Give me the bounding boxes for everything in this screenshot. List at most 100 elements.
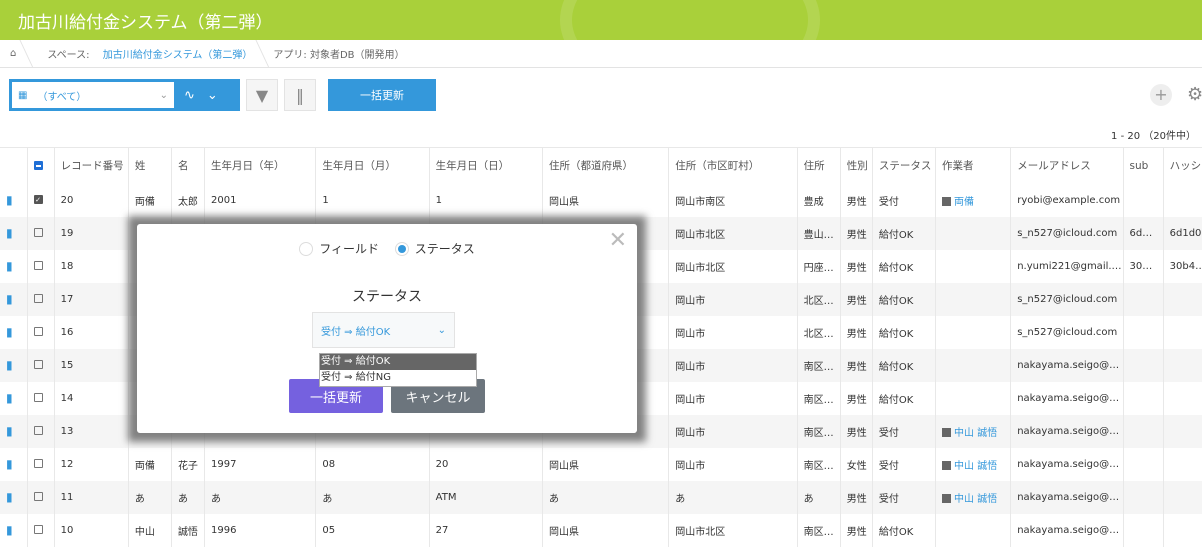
space-link[interactable]: 加古川給付金システム（第二弾） (103, 50, 253, 61)
pagination-info: 1 - 20 （20件中） (1111, 131, 1196, 142)
column-header[interactable]: ハッシュ (1163, 147, 1202, 184)
radio-field-label: フィールド (319, 242, 379, 256)
row-checkbox[interactable] (27, 480, 55, 514)
row-checkbox[interactable]: ✓ (27, 183, 55, 217)
record-detail-icon[interactable]: ▮ (0, 381, 28, 415)
radio-status[interactable]: ステータス (394, 240, 475, 257)
chevron-down-icon: ⌄ (159, 89, 168, 101)
table-cell: 南区… (797, 513, 841, 547)
radio-field[interactable]: フィールド (299, 240, 379, 257)
column-header[interactable]: 住所（都道府県） (542, 147, 670, 184)
table-cell: あ (542, 480, 670, 514)
table-cell (1123, 183, 1164, 217)
app-title: 加古川給付金システム（第二弾） (18, 13, 273, 33)
column-header[interactable]: メールアドレス (1010, 147, 1124, 184)
view-selector[interactable]: ▦ （すべて） ⌄ ∿ ⌄ (9, 79, 240, 111)
row-checkbox[interactable] (27, 249, 55, 283)
column-header[interactable]: 姓 (128, 147, 172, 184)
chart-button[interactable]: ‖ (284, 79, 316, 111)
table-cell (935, 249, 1012, 283)
table-cell: s_n527@icloud.com (1010, 216, 1124, 250)
table-cell: 1 (429, 183, 543, 217)
table-cell: 給付OK (872, 216, 937, 250)
user-icon (942, 461, 952, 470)
table-cell: 両備 (128, 447, 172, 481)
status-select[interactable]: 受付 ⇒ 給付OK ⌄ (312, 312, 455, 348)
table-cell: 豊成 (797, 183, 841, 217)
home-icon[interactable]: ⌂ (0, 48, 26, 59)
table-cell: 6d… (1123, 216, 1164, 250)
table-cell: あ (204, 480, 317, 514)
table-cell: 花子 (171, 447, 206, 481)
app-header: 加古川給付金システム（第二弾） (0, 0, 1202, 40)
bulk-update-button[interactable]: 一括更新 (328, 79, 436, 111)
table-cell: nakayama.seigo@… (1010, 480, 1124, 514)
select-all-checkbox[interactable] (27, 147, 55, 184)
record-detail-icon[interactable]: ▮ (0, 249, 28, 283)
cell-worker[interactable]: 中山 誠悟 (935, 480, 1012, 514)
row-checkbox[interactable] (27, 447, 55, 481)
filter-button[interactable]: ▼ (246, 79, 278, 111)
table-cell: 岡山市 (668, 414, 798, 448)
column-header[interactable]: レコード番号 (54, 147, 129, 184)
gear-icon[interactable]: ⚙ (1187, 84, 1202, 105)
cell-worker[interactable]: 中山 誠悟 (935, 447, 1012, 481)
record-detail-icon[interactable]: ▮ (0, 447, 28, 481)
table-cell: 岡山市 (668, 315, 798, 349)
table-cell: 17 (54, 282, 129, 316)
record-detail-icon[interactable]: ▮ (0, 480, 28, 514)
table-cell: 27 (429, 513, 543, 547)
record-detail-icon[interactable]: ▮ (0, 414, 28, 448)
row-checkbox[interactable] (27, 216, 55, 250)
record-detail-icon[interactable]: ▮ (0, 183, 28, 217)
row-checkbox[interactable] (27, 381, 55, 415)
record-detail-icon[interactable]: ▮ (0, 216, 28, 250)
table-cell: 岡山市北区 (668, 513, 798, 547)
graph-selector[interactable]: ∿ ⌄ (174, 88, 218, 103)
dropdown-option[interactable]: 受付 ⇒ 給付OK (320, 354, 476, 370)
worker-name: 両備 (954, 196, 975, 208)
radio-status-label: ステータス (414, 242, 475, 256)
column-header[interactable]: sub (1123, 147, 1164, 184)
table-cell (1163, 513, 1202, 547)
table-row: ▮ 12 両備 花子 1997 08 20 岡山県 岡山市 南区… 女性 受付 中山 誠悟 nakayam… (0, 447, 1202, 481)
row-checkbox[interactable] (27, 282, 55, 316)
status-select-value: 受付 ⇒ 給付OK (321, 326, 391, 338)
add-record-button[interactable]: + (1150, 84, 1172, 106)
cell-worker[interactable]: 両備 (935, 183, 1012, 217)
record-detail-icon[interactable]: ▮ (0, 348, 28, 382)
record-detail-icon[interactable]: ▮ (0, 282, 28, 316)
table-cell: 円座… (797, 249, 841, 283)
column-header[interactable]: 生年月日（年） (204, 147, 317, 184)
record-detail-icon[interactable]: ▮ (0, 315, 28, 349)
table-cell: 20 (54, 183, 129, 217)
toolbar: ▦ （すべて） ⌄ ∿ ⌄ ▼ ‖ 一括更新 (9, 79, 436, 111)
column-header[interactable]: 性別 (840, 147, 873, 184)
table-cell (1123, 513, 1164, 547)
row-checkbox[interactable] (27, 414, 55, 448)
row-checkbox[interactable] (27, 348, 55, 382)
column-header[interactable]: 生年月日（月） (315, 147, 430, 184)
column-header[interactable]: ステータス (872, 147, 937, 184)
column-header[interactable]: 住所 (797, 147, 841, 184)
record-detail-icon[interactable]: ▮ (0, 513, 28, 547)
column-header[interactable]: 名 (171, 147, 206, 184)
row-checkbox[interactable] (27, 315, 55, 349)
table-cell: nakayama.seigo@… (1010, 381, 1124, 415)
table-cell: 誠悟 (171, 513, 206, 547)
cell-worker[interactable]: 中山 誠悟 (935, 414, 1012, 448)
row-checkbox[interactable] (27, 513, 55, 547)
worker-name: 中山 誠悟 (954, 493, 998, 505)
column-header[interactable]: 生年月日（日） (429, 147, 543, 184)
table-cell: ryobi@example.com (1010, 183, 1124, 217)
table-cell: 19 (54, 216, 129, 250)
chevron-down-icon: ⌄ (206, 87, 218, 103)
status-dropdown-list: 受付 ⇒ 給付OK 受付 ⇒ 給付NG (319, 353, 477, 387)
dropdown-option[interactable]: 受付 ⇒ 給付NG (320, 370, 476, 386)
table-cell: 給付OK (872, 315, 937, 349)
table-cell: nakayama.seigo@… (1010, 447, 1124, 481)
column-header[interactable]: 作業者 (935, 147, 1012, 184)
column-header[interactable]: 住所（市区町村） (668, 147, 798, 184)
table-cell: 2001 (204, 183, 317, 217)
table-cell: あ (315, 480, 430, 514)
